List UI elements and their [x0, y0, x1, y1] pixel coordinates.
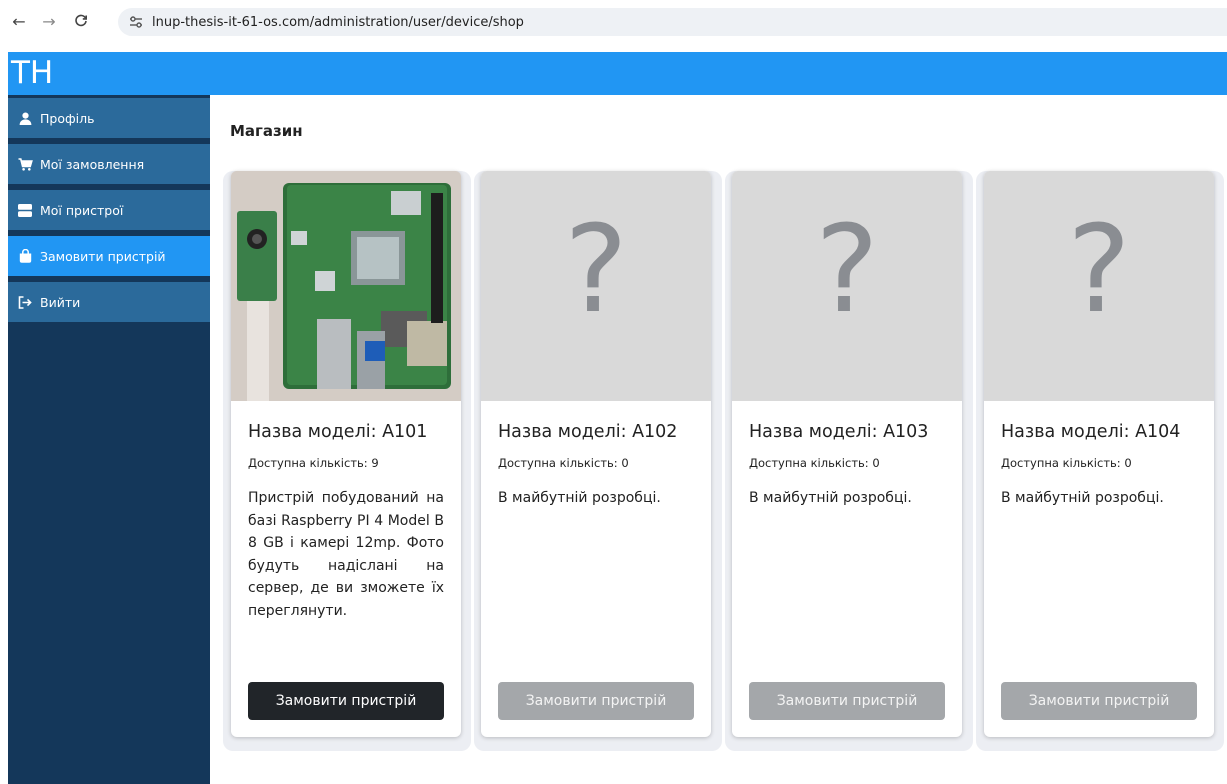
question-mark-icon: ? — [815, 201, 879, 340]
page-title: Магазин — [230, 122, 303, 140]
cart-icon — [17, 156, 33, 172]
sidebar-item-label: Мої замовлення — [40, 156, 145, 172]
address-bar[interactable]: lnup-thesis-it-61-os.com/administration/… — [118, 8, 1227, 36]
back-arrow-icon[interactable]: ← — [8, 10, 30, 32]
card-title: Назва моделі: A101 — [248, 422, 428, 442]
product-card-a101: Назва моделі: A101 Доступна кількість: 9… — [231, 171, 461, 737]
card-quantity: Доступна кількість: 0 — [498, 456, 629, 470]
user-icon — [17, 110, 33, 126]
card-title: Назва моделі: A103 — [749, 422, 929, 442]
order-device-button[interactable]: Замовити пристрій — [749, 682, 945, 720]
sidebar-item-my-orders[interactable]: Мої замовлення — [8, 141, 210, 184]
app-logo[interactable]: TH — [11, 55, 53, 91]
card-description: В майбутній розробці. — [498, 490, 661, 506]
order-device-button[interactable]: Замовити пристрій — [248, 682, 444, 720]
server-icon — [17, 202, 33, 218]
reload-icon[interactable] — [70, 10, 92, 32]
product-card-a104: ? Назва моделі: A104 Доступна кількість:… — [984, 171, 1214, 737]
product-image — [231, 171, 461, 401]
sidebar-item-profile[interactable]: Профіль — [8, 95, 210, 138]
card-quantity: Доступна кількість: 9 — [248, 456, 379, 470]
order-device-button[interactable]: Замовити пристрій — [1001, 682, 1197, 720]
product-image-placeholder: ? — [732, 171, 962, 401]
card-title: Назва моделі: A102 — [498, 422, 678, 442]
sidebar-item-label: Мої пристрої — [40, 202, 124, 218]
sidebar-item-logout[interactable]: Вийти — [8, 279, 210, 322]
product-card-a102: ? Назва моделі: A102 Доступна кількість:… — [481, 171, 711, 737]
sidebar-item-label: Замовити пристрій — [40, 248, 166, 264]
order-device-button[interactable]: Замовити пристрій — [498, 682, 694, 720]
question-mark-icon: ? — [564, 201, 628, 340]
card-quantity: Доступна кількість: 0 — [1001, 456, 1132, 470]
sidebar-item-order-device[interactable]: Замовити пристрій — [8, 233, 210, 276]
card-description: В майбутній розробці. — [1001, 490, 1164, 506]
question-mark-icon: ? — [1067, 201, 1131, 340]
sidebar: Профіль Мої замовлення Мої пристрої Замо… — [8, 95, 210, 784]
site-settings-icon[interactable] — [126, 12, 146, 32]
card-quantity: Доступна кількість: 0 — [749, 456, 880, 470]
sidebar-item-my-devices[interactable]: Мої пристрої — [8, 187, 210, 230]
app-header: TH — [8, 52, 1227, 95]
product-card-a103: ? Назва моделі: A103 Доступна кількість:… — [732, 171, 962, 737]
sidebar-item-label: Профіль — [40, 110, 95, 126]
url-text[interactable]: lnup-thesis-it-61-os.com/administration/… — [152, 15, 524, 30]
browser-toolbar: ← → lnup-thesis-it-61-os.com/administrat… — [0, 0, 1227, 42]
product-image-placeholder: ? — [481, 171, 711, 401]
card-description: В майбутній розробці. — [749, 490, 912, 506]
product-image-placeholder: ? — [984, 171, 1214, 401]
forward-arrow-icon[interactable]: → — [38, 10, 60, 32]
card-title: Назва моделі: A104 — [1001, 422, 1181, 442]
card-description: Пристрій побудований на базі Raspberry P… — [248, 490, 444, 619]
main-content: Магазин Назва моделі: A101 Доступна кіль… — [210, 95, 1227, 784]
raspberry-pi-photo — [231, 171, 461, 401]
logout-icon — [17, 294, 33, 310]
shopping-bag-icon — [17, 248, 33, 264]
sidebar-item-label: Вийти — [40, 294, 81, 310]
